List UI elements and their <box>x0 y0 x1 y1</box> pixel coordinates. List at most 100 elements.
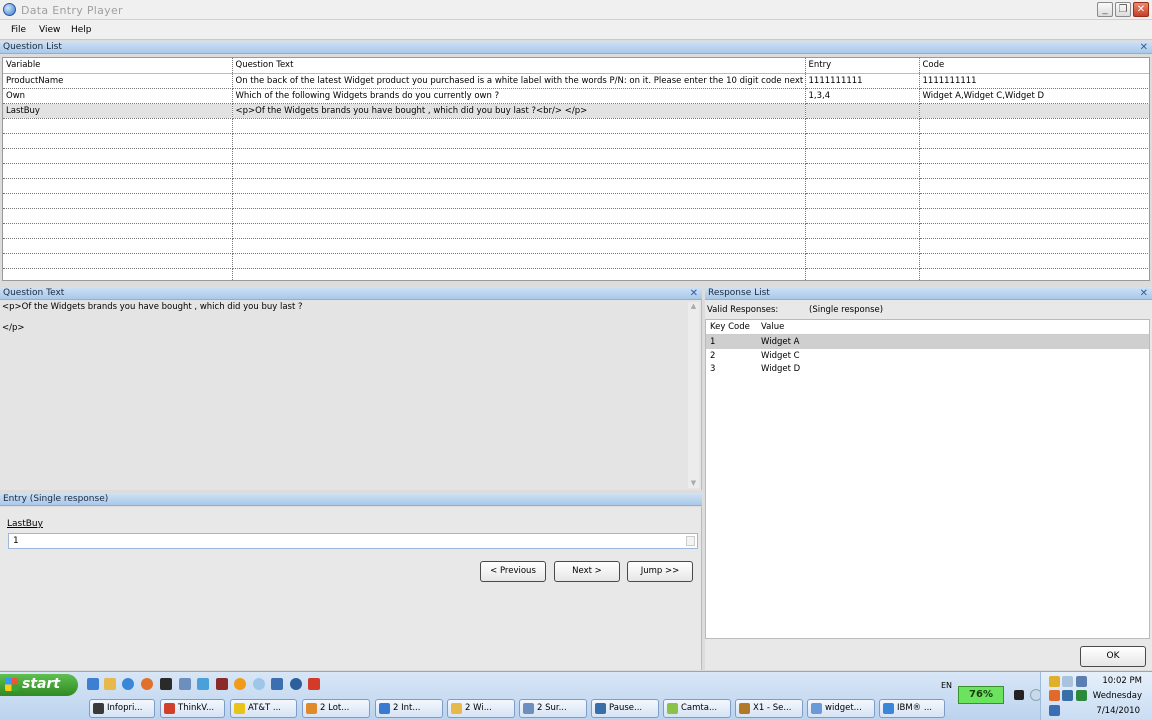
cell-question-text[interactable] <box>232 253 806 269</box>
maximize-button[interactable]: ❐ <box>1115 2 1131 17</box>
response-row[interactable]: 1 Widget A <box>706 335 1149 349</box>
taskbar-button[interactable]: Pause... <box>591 699 659 718</box>
cell-question-text[interactable] <box>232 163 806 179</box>
cell-entry[interactable] <box>805 193 920 209</box>
cell-variable[interactable] <box>3 118 233 134</box>
cell-question-text[interactable] <box>232 133 806 149</box>
cell-code[interactable]: 1111111111 <box>919 73 1149 89</box>
cell-variable[interactable] <box>3 193 233 209</box>
minimize-button[interactable]: _ <box>1097 2 1113 17</box>
menu-help[interactable]: Help <box>71 25 92 35</box>
cell-code[interactable] <box>919 163 1149 179</box>
network-icon[interactable] <box>1076 676 1087 687</box>
taskbar-button[interactable]: AT&T ... <box>230 699 297 718</box>
cell-question-text[interactable] <box>232 223 806 239</box>
cell-variable[interactable] <box>3 133 233 149</box>
jump-button[interactable]: Jump >> <box>627 561 693 582</box>
empty-row[interactable] <box>3 148 1149 164</box>
cell-entry[interactable] <box>805 148 920 164</box>
cell-question-text[interactable]: <p>Of the Widgets brands you have bought… <box>232 103 806 119</box>
column-header-key-code[interactable]: Key Code <box>710 322 750 332</box>
cell-variable[interactable] <box>3 268 233 280</box>
empty-row[interactable] <box>3 238 1149 254</box>
taskbar-button[interactable]: 2 Sur... <box>519 699 587 718</box>
cell-entry[interactable] <box>805 208 920 224</box>
app-icon[interactable] <box>234 678 246 690</box>
column-header-entry[interactable]: Entry <box>805 58 920 74</box>
media-icon[interactable] <box>290 678 302 690</box>
field-menu-icon[interactable] <box>686 536 695 546</box>
cell-variable[interactable]: Own <box>3 88 233 104</box>
close-button[interactable]: ✕ <box>1133 2 1149 17</box>
cell-entry[interactable] <box>805 103 920 119</box>
empty-row[interactable] <box>3 133 1149 149</box>
cell-variable[interactable] <box>3 163 233 179</box>
column-header-question-text[interactable]: Question Text <box>232 58 806 74</box>
cell-code[interactable] <box>919 223 1149 239</box>
close-icon[interactable]: ✕ <box>1140 41 1148 54</box>
cell-code[interactable] <box>919 253 1149 269</box>
taskbar-button[interactable]: Camta... <box>663 699 731 718</box>
cell-entry[interactable] <box>805 118 920 134</box>
ok-button[interactable]: OK <box>1080 646 1146 667</box>
cell-entry[interactable] <box>805 268 920 280</box>
app-icon[interactable] <box>308 678 320 690</box>
tray-icon[interactable] <box>1049 705 1060 716</box>
browser-icon[interactable] <box>122 678 134 690</box>
taskbar-button[interactable]: 2 Int... <box>375 699 443 718</box>
cell-code[interactable] <box>919 103 1149 119</box>
taskbar-button[interactable]: widget... <box>807 699 875 718</box>
power-plug-icon[interactable] <box>1014 690 1024 700</box>
tray-icon[interactable] <box>1049 690 1060 701</box>
table-row[interactable]: Own Which of the following Widgets brands… <box>3 88 1149 104</box>
next-button[interactable]: Next > <box>554 561 620 582</box>
cell-variable[interactable] <box>3 178 233 194</box>
cell-question-text[interactable] <box>232 268 806 280</box>
tray-icon[interactable] <box>1062 690 1073 701</box>
cell-code[interactable] <box>919 208 1149 224</box>
search-icon[interactable] <box>253 678 265 690</box>
tray-icon[interactable] <box>1076 690 1087 701</box>
cell-code[interactable] <box>919 118 1149 134</box>
battery-indicator[interactable]: 76% <box>958 686 1004 704</box>
terminal-icon[interactable] <box>160 678 172 690</box>
app-icon[interactable] <box>197 678 209 690</box>
cell-variable[interactable] <box>3 238 233 254</box>
taskbar-button[interactable]: X1 - Se... <box>735 699 803 718</box>
empty-row[interactable] <box>3 268 1149 280</box>
scroll-down-icon[interactable]: ▼ <box>689 479 698 488</box>
close-icon[interactable]: ✕ <box>690 287 698 300</box>
table-row[interactable]: ProductName On the back of the latest Wid… <box>3 73 1149 89</box>
cell-entry[interactable] <box>805 238 920 254</box>
empty-row[interactable] <box>3 178 1149 194</box>
taskbar-button[interactable]: Infopri... <box>89 699 155 718</box>
cell-code[interactable] <box>919 193 1149 209</box>
cell-entry[interactable] <box>805 223 920 239</box>
entry-input[interactable]: 1 <box>8 533 698 549</box>
cell-question-text[interactable] <box>232 238 806 254</box>
question-text-scrollbar[interactable]: ▲ ▼ <box>688 302 699 488</box>
column-header-code[interactable]: Code <box>919 58 1149 74</box>
empty-row[interactable] <box>3 208 1149 224</box>
cell-variable[interactable]: LastBuy <box>3 103 233 119</box>
document-icon[interactable] <box>179 678 191 690</box>
scroll-up-icon[interactable]: ▲ <box>689 302 698 311</box>
cell-variable[interactable]: ProductName <box>3 73 233 89</box>
table-row[interactable]: LastBuy <p>Of the Widgets brands you have… <box>3 103 1149 119</box>
folder-icon[interactable] <box>104 678 116 690</box>
cell-code[interactable] <box>919 148 1149 164</box>
response-row[interactable]: 2 Widget C <box>706 349 1149 363</box>
cell-variable[interactable] <box>3 208 233 224</box>
tray-icon[interactable] <box>1062 676 1073 687</box>
empty-row[interactable] <box>3 118 1149 134</box>
cell-code[interactable] <box>919 133 1149 149</box>
cell-question-text[interactable] <box>232 178 806 194</box>
cell-entry[interactable] <box>805 178 920 194</box>
cell-question-text[interactable] <box>232 193 806 209</box>
menu-file[interactable]: File <box>11 25 26 35</box>
cell-variable[interactable] <box>3 253 233 269</box>
cell-code[interactable]: Widget A,Widget C,Widget D <box>919 88 1149 104</box>
cell-variable[interactable] <box>3 148 233 164</box>
taskbar-button[interactable]: 2 Wi... <box>447 699 515 718</box>
firefox-icon[interactable] <box>141 678 153 690</box>
